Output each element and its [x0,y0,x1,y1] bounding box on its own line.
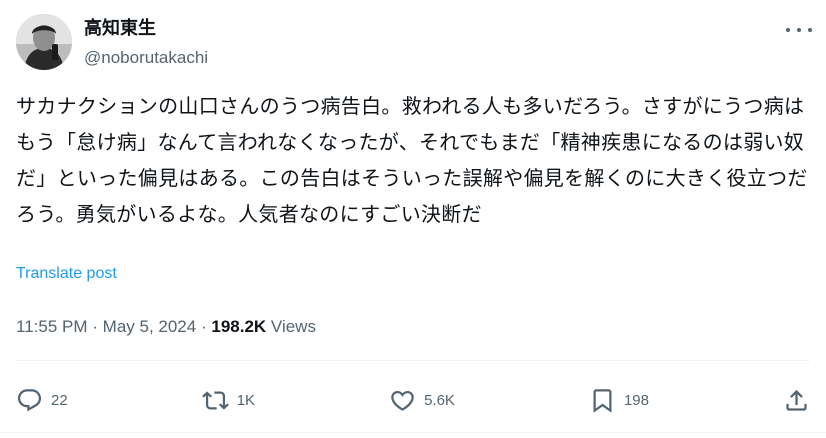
post-time[interactable]: 11:55 PM [16,317,88,336]
reply-icon [17,388,42,411]
translate-post-link[interactable]: Translate post [16,265,117,283]
like-button[interactable]: 5.6K [389,387,455,414]
post-meta: 11:55 PM · May 5, 2024 · 198.2K Views [16,315,316,339]
avatar[interactable] [16,14,72,70]
repost-button[interactable]: 1K [201,387,256,414]
bottom-divider [0,432,826,433]
views-count[interactable]: 198.2K [211,317,266,336]
bookmark-count: 198 [623,391,649,409]
divider [16,360,810,361]
avatar-image [16,14,72,70]
repost-count: 1K [236,391,256,409]
bookmark-icon [593,388,612,413]
like-count: 5.6K [424,391,455,409]
author-handle[interactable]: @noborutakachi [84,47,208,69]
meta-separator: · [92,317,98,336]
views-label[interactable]: Views [271,317,316,336]
author-display-name[interactable]: 高知東生 [84,18,156,40]
share-button[interactable] [783,387,810,414]
reply-count: 22 [51,391,68,409]
bookmark-button[interactable]: 198 [589,387,649,414]
action-bar: 22 1K 5.6K 198 [16,382,810,418]
heart-icon [391,390,414,411]
repost-icon [201,390,229,410]
meta-separator-2: · [200,317,207,336]
more-icon[interactable] [786,20,812,40]
post-text: サカナクションの山口さんのうつ病告白。救われる人も多いだろう。さすがにうつ病はも… [16,94,808,226]
share-icon [786,389,807,411]
reply-button[interactable]: 22 [16,387,68,414]
post-date[interactable]: May 5, 2024 [103,317,197,336]
